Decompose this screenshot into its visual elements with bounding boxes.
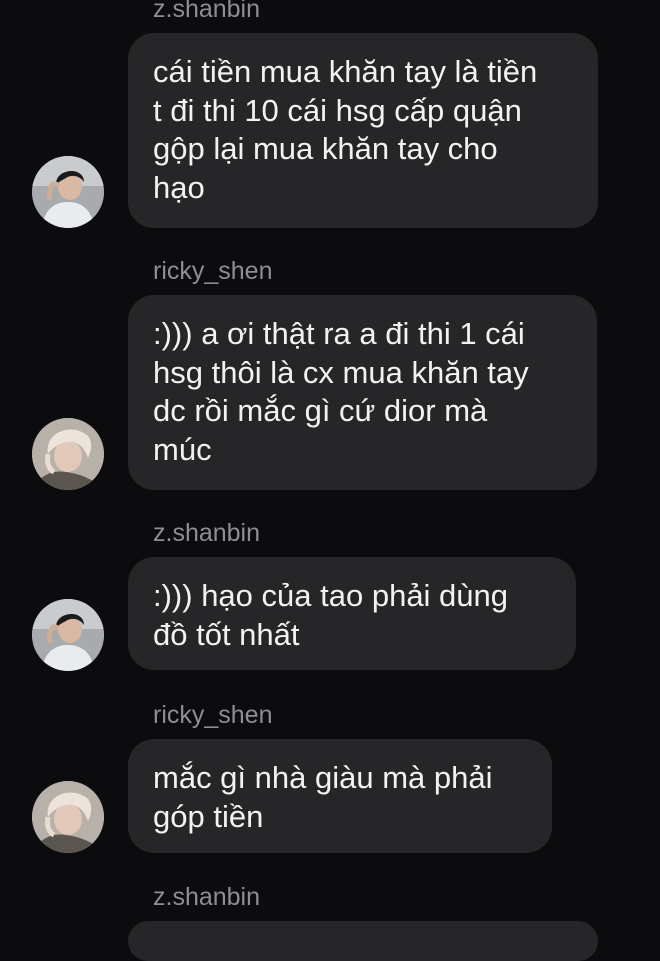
avatar-blonde-hair-icon[interactable] [32,418,104,490]
message-line: dc rồi mắc gì cứ dior mà [153,393,488,428]
message-bubble[interactable]: cái tiền mua khăn tay là tiền t đi thi 1… [128,33,598,228]
message-bubble[interactable] [128,921,598,961]
sender-name: z.shanbin [153,0,261,23]
avatar-dark-hair-icon[interactable] [32,599,104,671]
message-line: gộp lại mua khăn tay cho [153,131,498,166]
sender-name: z.shanbin [153,519,261,547]
message-bubble[interactable]: mắc gì nhà giàu mà phải góp tiền [128,739,552,853]
sender-name: ricky_shen [153,701,273,729]
message-line: góp tiền [153,798,264,834]
message-line: :))) hạo của tao phải dùng [153,578,509,613]
avatar-blonde-hair-icon[interactable] [32,781,104,853]
message-line: t đi thi 10 cái hsg cấp quận [153,92,522,128]
message-line: mắc gì nhà giàu mà phải [153,760,493,795]
message-bubble[interactable]: :))) hạo của tao phải dùng đồ tốt nhất [128,557,576,670]
message-line: :))) a ơi thật ra a đi thi 1 cái [153,316,525,351]
message-bubble[interactable]: :))) a ơi thật ra a đi thi 1 cái hsg thô… [128,295,597,490]
message-line: hsg thôi là cx mua khăn tay [153,354,529,390]
message-line: hạo [153,169,205,205]
avatar-dark-hair-icon[interactable] [32,156,104,228]
message-line: đồ tốt nhất [153,616,300,652]
message-line: cái tiền mua khăn tay là tiền [153,54,538,89]
sender-name: z.shanbin [153,883,261,911]
sender-name: ricky_shen [153,257,273,285]
message-line: múc [153,431,212,467]
